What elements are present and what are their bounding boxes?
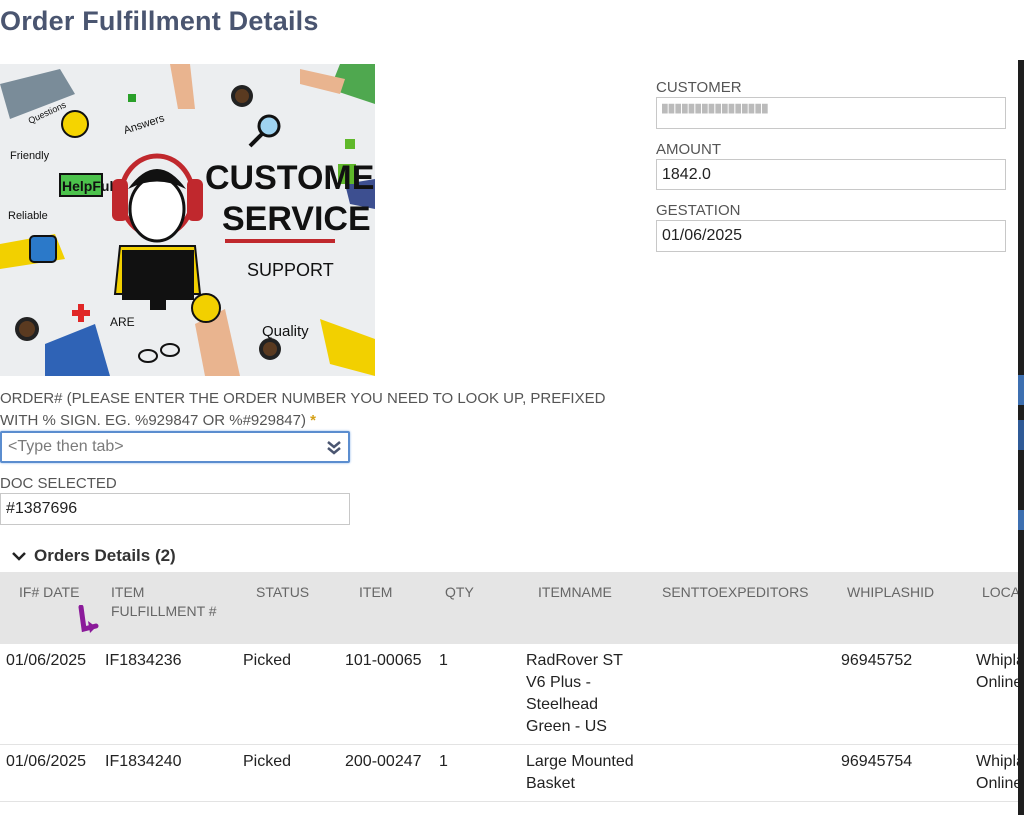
cell-status: Picked (237, 644, 339, 745)
column-header-location[interactable]: LOCATION (970, 572, 1018, 644)
cell-whiplash-id: 96945754 (835, 744, 970, 802)
orders-table: IF# DATE ITEM FULFILLMENT # STATUS ITEM … (0, 572, 1018, 802)
cell-itemname: Large Mounted Basket (526, 744, 650, 802)
column-header-if-date[interactable]: IF# DATE (0, 572, 99, 644)
cell-item: 200-00247 (339, 744, 433, 802)
customer-label: CUSTOMER (656, 79, 742, 96)
customer-service-image: CUSTOMER SERVICE SUPPORT HelpFul Friendl… (0, 64, 375, 376)
hero-text-quality: Quality (262, 323, 309, 340)
customer-field[interactable]: ████████████████ (656, 97, 1006, 129)
window-edge (1018, 0, 1024, 815)
double-chevron-down-icon[interactable] (326, 439, 342, 458)
orders-section-toggle[interactable]: Orders Details (2) (12, 546, 176, 566)
table-header-row: IF# DATE ITEM FULFILLMENT # STATUS ITEM … (0, 572, 1018, 644)
amount-label: AMOUNT (656, 141, 721, 158)
cell-qty: 1 (433, 644, 526, 745)
hero-text-helpful: HelpFul (62, 178, 113, 194)
order-number-input[interactable] (4, 434, 312, 460)
required-marker: * (310, 412, 316, 429)
column-header-item-fulfillment[interactable]: ITEM FULFILLMENT # (99, 572, 237, 644)
cell-date: 01/06/2025 (0, 744, 99, 802)
hero-text-friendly: Friendly (10, 150, 50, 162)
hero-text-service: SERVICE (222, 200, 371, 238)
table-row[interactable]: 01/06/2025 IF1834240 Picked 200-00247 1 … (0, 744, 1018, 802)
gestation-field[interactable]: 01/06/2025 (656, 220, 1006, 252)
gestation-label: GESTATION (656, 202, 741, 219)
cell-item: 101-00065 (339, 644, 433, 745)
cell-location: Whiplash Online (970, 644, 1018, 745)
column-header-status[interactable]: STATUS (237, 572, 339, 644)
doc-selected-field[interactable]: #1387696 (0, 493, 350, 525)
cell-sent (650, 644, 835, 745)
column-header-itemname[interactable]: ITEMNAME (526, 572, 650, 644)
order-number-label: ORDER# (PLEASE ENTER THE ORDER NUMBER YO… (0, 390, 606, 429)
column-header-qty[interactable]: QTY (433, 572, 526, 644)
cell-location: Whiplash Online (970, 744, 1018, 802)
annotation-arrow-icon (78, 604, 100, 640)
table-row[interactable]: 01/06/2025 IF1834236 Picked 101-00065 1 … (0, 644, 1018, 745)
amount-field[interactable]: 1842.0 (656, 159, 1006, 190)
cell-whiplash-id: 96945752 (835, 644, 970, 745)
hero-text-care: ARE (110, 315, 135, 329)
column-header-whiplashid[interactable]: WHIPLASHID (835, 572, 970, 644)
cell-sent (650, 744, 835, 802)
orders-table-wrapper: IF# DATE ITEM FULFILLMENT # STATUS ITEM … (0, 572, 1018, 815)
column-header-item[interactable]: ITEM (339, 572, 433, 644)
page-title: Order Fulfillment Details (0, 6, 319, 36)
cell-qty: 1 (433, 744, 526, 802)
doc-selected-label: DOC SELECTED (0, 475, 117, 492)
hero-text-support: SUPPORT (247, 260, 334, 280)
order-number-combobox[interactable] (0, 431, 350, 463)
cell-if-number: IF1834240 (99, 744, 237, 802)
orders-section-title: Orders Details (2) (34, 546, 176, 565)
cell-if-number: IF1834236 (99, 644, 237, 745)
cell-status: Picked (237, 744, 339, 802)
hero-text-customer: CUSTOMER (205, 159, 375, 197)
cell-itemname: RadRover ST V6 Plus - Steelhead Green - … (526, 644, 650, 745)
hero-text-reliable: Reliable (8, 210, 48, 222)
chevron-down-icon (12, 548, 26, 564)
column-header-senttoexpeditors[interactable]: SENTTOEXPEDITORS (650, 572, 835, 644)
cell-date: 01/06/2025 (0, 644, 99, 745)
